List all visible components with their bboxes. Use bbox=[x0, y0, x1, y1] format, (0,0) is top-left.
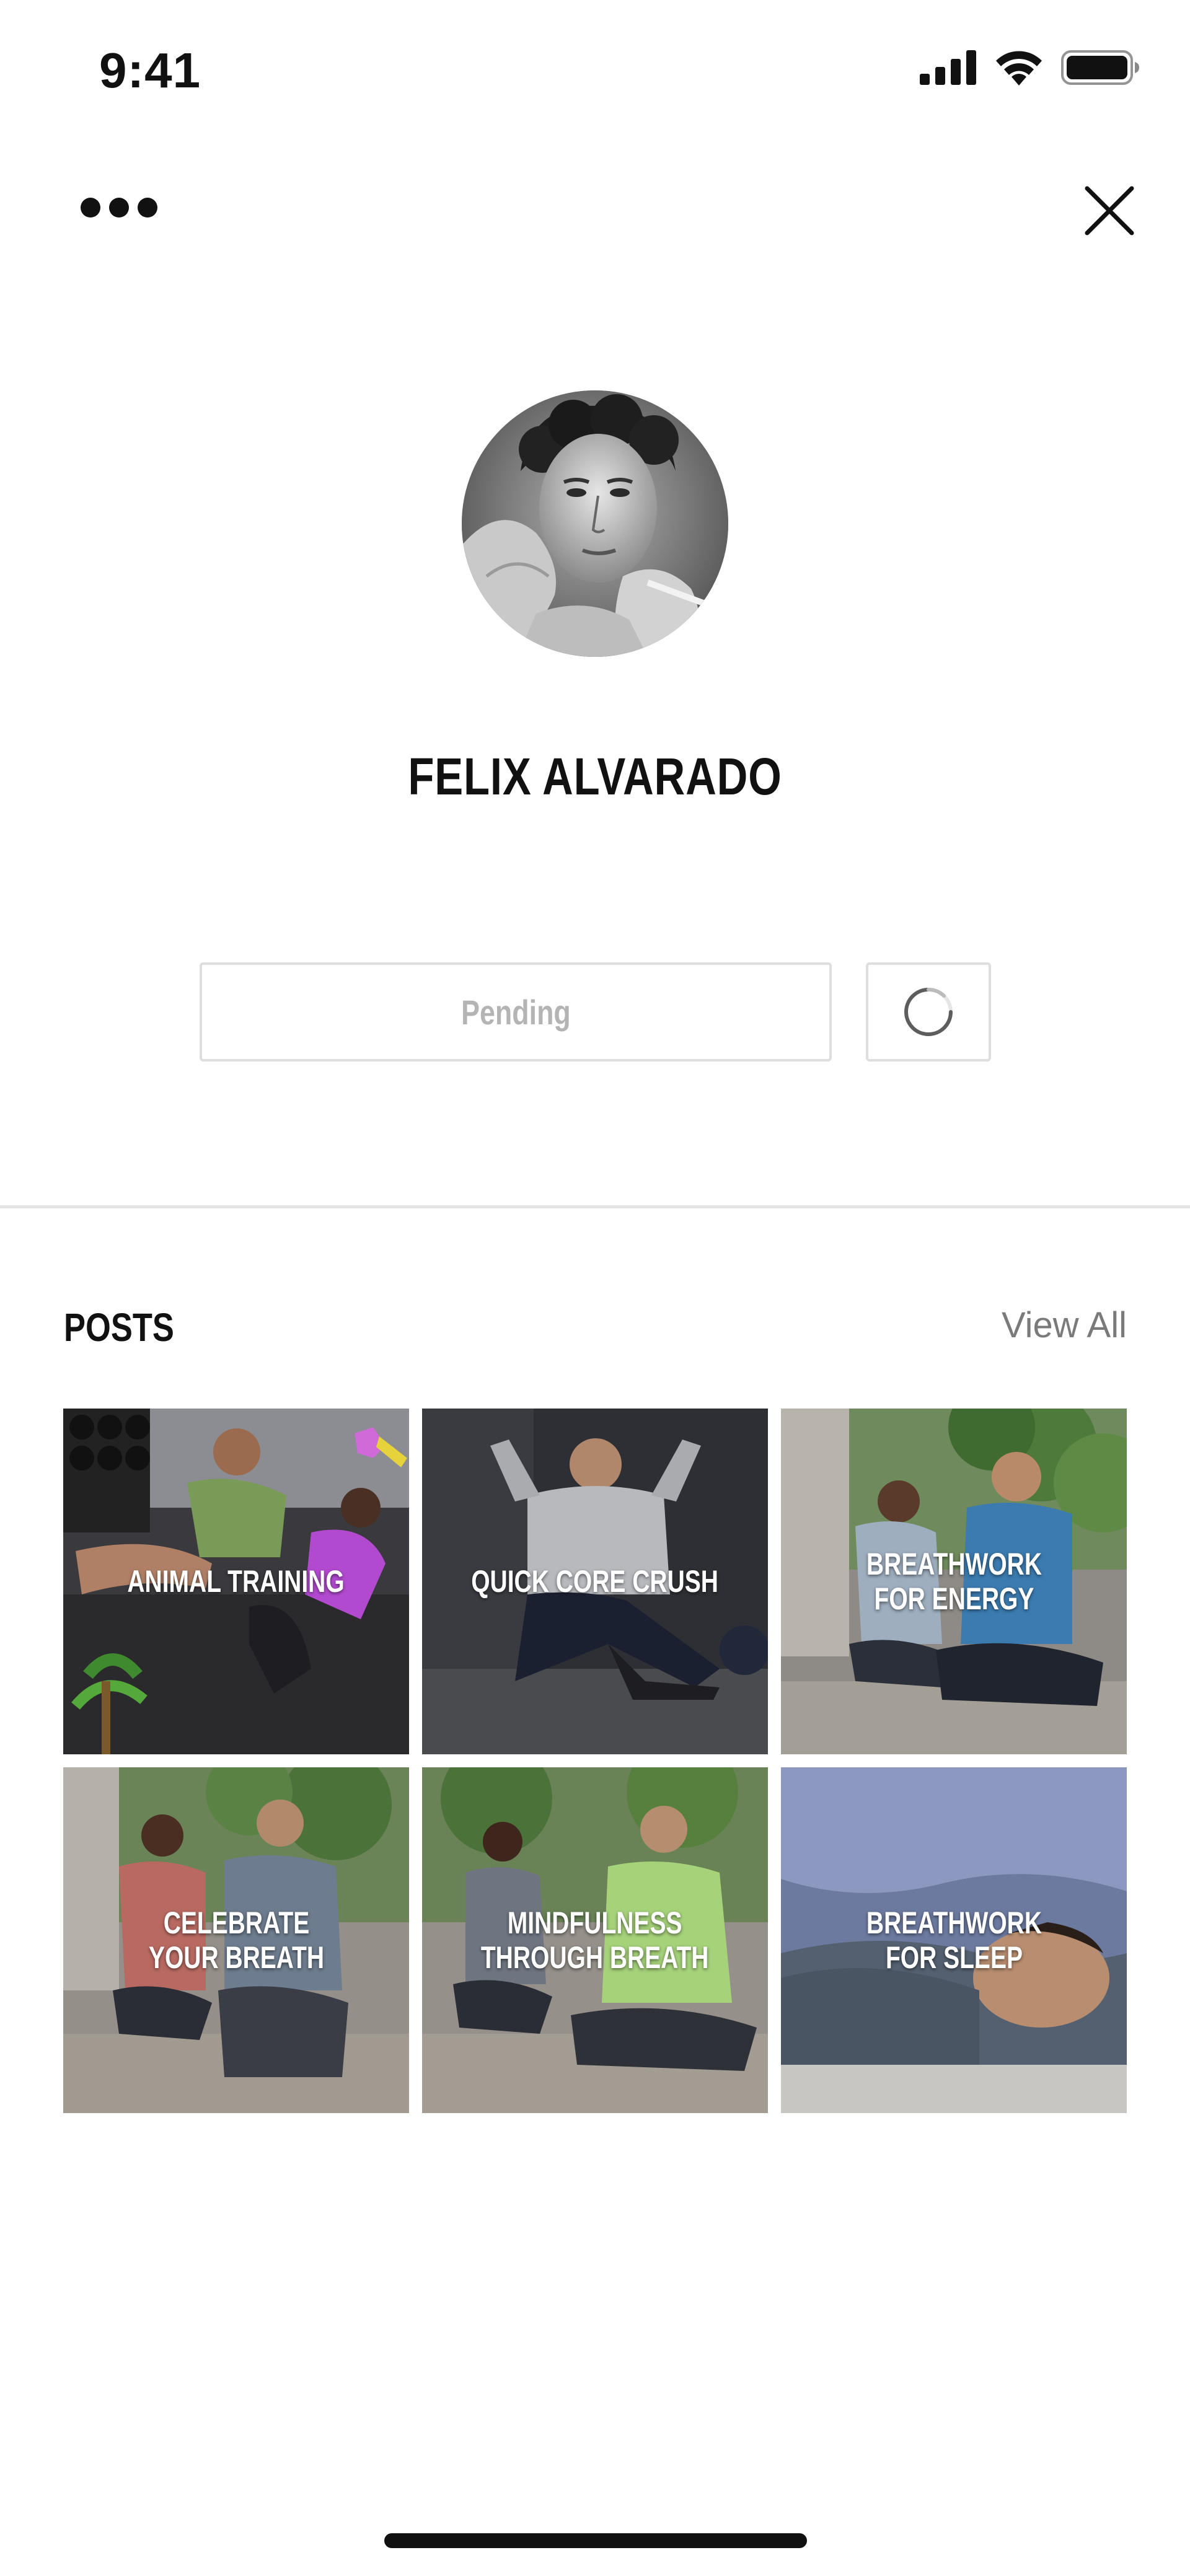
post-tile-label: BREATHWORK FOR ENERGY bbox=[866, 1547, 1042, 1616]
post-tile-celebrate-your-breath[interactable]: CELEBRATE YOUR BREATH bbox=[63, 1767, 409, 2113]
posts-section-title: POSTS bbox=[64, 1305, 174, 1350]
more-horizontal-icon bbox=[81, 198, 100, 218]
cellular-signal-icon bbox=[920, 50, 976, 85]
post-tile-breathwork-for-sleep[interactable]: BREATHWORK FOR SLEEP bbox=[781, 1767, 1127, 2113]
post-tile-label: BREATHWORK FOR SLEEP bbox=[866, 1906, 1042, 1975]
pending-button-label: Pending bbox=[461, 992, 571, 1032]
post-tile-breathwork-for-energy[interactable]: BREATHWORK FOR ENERGY bbox=[781, 1409, 1127, 1754]
post-tile-label: MINDFULNESS THROUGH BREATH bbox=[481, 1906, 709, 1975]
avatar bbox=[462, 390, 728, 657]
spinner-icon bbox=[904, 987, 953, 1036]
section-divider bbox=[0, 1205, 1190, 1208]
home-indicator[interactable] bbox=[384, 2533, 807, 2548]
profile-name: FELIX ALVARADO bbox=[408, 747, 782, 806]
post-tile-animal-training[interactable]: ANIMAL TRAINING bbox=[63, 1409, 409, 1754]
more-options-button[interactable] bbox=[81, 192, 161, 223]
post-tile-quick-core-crush[interactable]: QUICK CORE CRUSH bbox=[422, 1409, 768, 1754]
loading-button[interactable] bbox=[866, 962, 991, 1062]
view-all-link[interactable]: View All bbox=[1002, 1304, 1127, 1346]
profile-photo bbox=[462, 390, 728, 657]
posts-grid: ANIMAL TRAINING QUICK CORE CRUSH BREATHW… bbox=[63, 1409, 1127, 2113]
wifi-icon bbox=[996, 51, 1042, 86]
post-tile-label: QUICK CORE CRUSH bbox=[471, 1564, 719, 1599]
more-horizontal-icon-dot bbox=[109, 198, 129, 218]
more-horizontal-icon-dot bbox=[138, 198, 157, 218]
status-icons bbox=[920, 50, 1140, 86]
post-tile-mindfulness-through-breath[interactable]: MINDFULNESS THROUGH BREATH bbox=[422, 1767, 768, 2113]
post-tile-label: ANIMAL TRAINING bbox=[127, 1564, 345, 1599]
pending-button[interactable]: Pending bbox=[200, 962, 832, 1062]
close-button[interactable] bbox=[1078, 180, 1140, 242]
battery-icon bbox=[1061, 50, 1139, 85]
status-bar: 9:41 bbox=[0, 0, 1190, 143]
status-time: 9:41 bbox=[99, 43, 201, 98]
close-icon bbox=[1085, 186, 1134, 235]
post-tile-label: CELEBRATE YOUR BREATH bbox=[148, 1906, 324, 1975]
